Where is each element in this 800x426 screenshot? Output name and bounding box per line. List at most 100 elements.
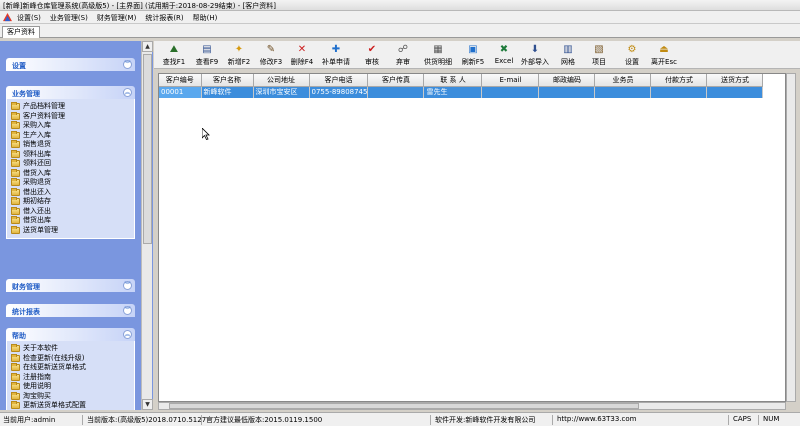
toolbar-button-label: 外部导入 <box>521 58 549 66</box>
table-cell[interactable]: 0755-89808745 <box>309 86 369 98</box>
table-cell[interactable] <box>650 86 708 98</box>
scroll-thumb[interactable] <box>143 54 152 244</box>
table-cell[interactable]: 00001 <box>159 86 202 98</box>
sidebar-scrollbar[interactable]: ▲ ▼ <box>141 41 153 410</box>
chevron-down-icon[interactable]: ︾ <box>123 306 132 315</box>
toolbar-button-detail[interactable]: ▦ 供货明细 <box>422 44 454 67</box>
column-header[interactable]: 客户名称 <box>201 74 254 87</box>
chevron-up-icon[interactable]: ︽ <box>123 330 132 339</box>
menu-item[interactable]: 统计报表(R) <box>145 13 183 23</box>
toolbar-button-import[interactable]: ⬇ 外部导入 <box>518 44 552 67</box>
menu-item[interactable]: 帮助(H) <box>193 13 218 23</box>
scroll-down-icon[interactable]: ▼ <box>142 399 153 410</box>
status-developer: 软件开发:新峰软件开发有限公司 <box>435 415 553 425</box>
sidebar-item[interactable]: 借货出库 <box>11 216 131 226</box>
sidebar-item[interactable]: 销售退货 <box>11 140 131 150</box>
table-cell[interactable] <box>594 86 652 98</box>
sidebar-item[interactable]: 领料出库 <box>11 149 131 160</box>
toolbar-button-binoculars[interactable]: ⛰ 查找F1 <box>159 44 189 67</box>
sidebar-item[interactable]: 使用说明 <box>11 382 131 392</box>
sidebar-item[interactable]: 在线更新送货单格式 <box>11 363 131 373</box>
column-header[interactable]: 联 系 人 <box>423 74 483 87</box>
sidebar-group-header[interactable]: 设置 ︾ <box>6 58 135 71</box>
sidebar-group-header[interactable]: 业务管理 ︽ <box>6 86 135 99</box>
toolbar-button-check[interactable]: ✔ 审核 <box>358 44 386 67</box>
sidebar-item[interactable]: 生产入库 <box>11 130 131 141</box>
table-cell[interactable] <box>367 86 425 98</box>
table-cell[interactable]: 新峰软件 <box>201 86 254 98</box>
sidebar-item[interactable]: 领料还回 <box>11 159 131 169</box>
tab-customer-info[interactable]: 客户资料 <box>2 26 40 38</box>
mouse-cursor-icon <box>202 128 210 140</box>
table-cell[interactable] <box>706 86 764 98</box>
column-header[interactable]: 客户传真 <box>367 74 425 87</box>
table-cell[interactable]: 雷先生 <box>423 86 483 98</box>
sidebar-group-header[interactable]: 帮助 ︽ <box>6 328 135 341</box>
sidebar-item[interactable]: 期初结存 <box>11 197 131 207</box>
column-header[interactable]: 邮政编码 <box>538 74 596 87</box>
chevron-down-icon[interactable]: ︾ <box>123 60 132 69</box>
sidebar-item[interactable]: 关于本软件 <box>11 344 131 354</box>
toolbar-button-grid[interactable]: ▥ 网格 <box>554 44 582 67</box>
table-cell[interactable]: 深圳市宝安区 <box>253 86 310 98</box>
toolbar-button-label: Excel <box>494 57 514 65</box>
toolbar-button-refresh[interactable]: ▣ 刷新F5 <box>456 44 490 67</box>
column-header[interactable]: 业务员 <box>594 74 652 87</box>
sidebar-item[interactable]: 借出还入 <box>11 187 131 198</box>
column-header[interactable]: 公司地址 <box>253 74 310 87</box>
toolbar-button-apply[interactable]: ✚ 补单申请 <box>316 44 356 67</box>
column-header[interactable]: E-mail <box>481 74 540 87</box>
folder-icon <box>11 344 20 352</box>
sidebar-item[interactable]: 检查更新(在线升级) <box>11 353 131 364</box>
toolbar-button-view[interactable]: ▤ 查看F9 <box>192 44 222 67</box>
toolbar-button-excel[interactable]: ✖ Excel <box>491 44 517 67</box>
sidebar-item[interactable]: 采购入库 <box>11 121 131 131</box>
sidebar-item[interactable]: 产品档料管理 <box>11 102 131 112</box>
folder-icon <box>11 353 20 362</box>
toolbar-button-exit[interactable]: ⏏ 离开Esc <box>648 44 680 67</box>
table-row[interactable]: 00001 新峰软件 深圳市宝安区 0755-89808745 雷先生 <box>159 86 764 98</box>
sidebar-item[interactable]: 采购退货 <box>11 178 131 188</box>
sidebar-item[interactable]: 送货单管理 <box>11 225 131 236</box>
toolbar-button-label: 新增F2 <box>227 58 251 66</box>
sidebar-item[interactable]: 借货入库 <box>11 168 131 179</box>
folder-icon <box>11 130 20 139</box>
table-vertical-scrollbar[interactable] <box>786 73 796 402</box>
menu-item[interactable]: 业务管理(S) <box>50 13 88 23</box>
toolbar-button-edit[interactable]: ✎ 修改F3 <box>256 44 286 67</box>
import-icon: ⬇ <box>530 44 540 55</box>
scroll-thumb[interactable] <box>169 403 639 409</box>
toolbar-button-gear[interactable]: ⚙ 设置 <box>618 44 646 67</box>
view-icon: ▤ <box>202 44 212 55</box>
chevron-up-icon[interactable]: ︽ <box>123 88 132 97</box>
menu-item[interactable]: 财务管理(M) <box>97 13 137 23</box>
column-header[interactable]: 客户编号 <box>159 74 202 87</box>
toolbar-button-new[interactable]: ✦ 新增F2 <box>224 44 254 67</box>
check-icon: ✔ <box>367 44 377 55</box>
toolbar-button-label: 补单申请 <box>322 58 350 66</box>
sidebar-group-title: 业务管理 <box>12 90 40 98</box>
column-header[interactable]: 客户电话 <box>309 74 369 87</box>
sidebar-item[interactable]: 注册指南 <box>11 372 131 383</box>
sidebar-group-header[interactable]: 统计报表 ︾ <box>6 304 135 317</box>
toolbar-button-project[interactable]: ▧ 项目 <box>585 44 613 67</box>
column-header[interactable]: 送货方式 <box>706 74 764 87</box>
unapprove-icon: ☍ <box>397 44 409 55</box>
tab-strip: 客户资料 <box>0 24 800 38</box>
sidebar-group-header[interactable]: 财务管理 ︾ <box>6 279 135 292</box>
chevron-down-icon[interactable]: ︾ <box>123 281 132 290</box>
toolbar-button-label: 刷新F5 <box>461 58 485 66</box>
scroll-up-icon[interactable]: ▲ <box>142 41 153 52</box>
toolbar-button-delete[interactable]: ✕ 删除F4 <box>288 44 316 67</box>
table-cell[interactable] <box>538 86 596 98</box>
toolbar-button-unapprove[interactable]: ☍ 弃审 <box>389 44 417 67</box>
column-header[interactable]: 付款方式 <box>650 74 708 87</box>
sidebar-item[interactable]: 淘宝购买 <box>11 391 131 402</box>
menu-item[interactable]: 设置(S) <box>17 13 41 23</box>
table-cell[interactable] <box>481 86 540 98</box>
folder-icon <box>11 140 20 148</box>
sidebar-item[interactable]: 更新送货单格式配置 <box>11 401 131 410</box>
table-horizontal-scrollbar[interactable] <box>158 402 786 410</box>
sidebar-item[interactable]: 客户资料管理 <box>11 111 131 122</box>
sidebar-item[interactable]: 借入还出 <box>11 206 131 217</box>
